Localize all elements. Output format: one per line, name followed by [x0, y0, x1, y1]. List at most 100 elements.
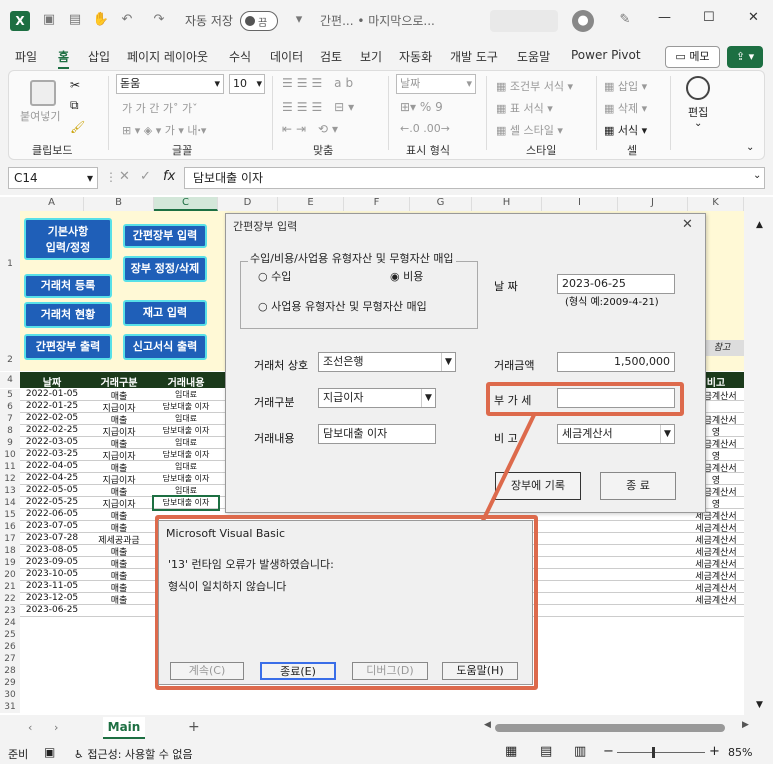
scroll-down-icon[interactable]: ▼	[756, 700, 763, 710]
indent-icon[interactable]: ⇤⇥ ⟲▾	[282, 122, 342, 136]
row-header[interactable]: 27	[0, 653, 20, 665]
ledger-input-button[interactable]: 간편장부 입력	[123, 224, 207, 248]
date-cell[interactable]: 2022-01-05	[20, 389, 84, 399]
font-size-buttons[interactable]: 가 가 간 가˚ 가ˇ	[122, 100, 198, 116]
paste-icon[interactable]	[30, 80, 56, 106]
row-header[interactable]: 31	[0, 701, 20, 713]
redo-icon[interactable]: ↷	[150, 11, 168, 29]
ledger-print-button[interactable]: 간편장부 출력	[24, 334, 112, 360]
column-header-i[interactable]: I	[542, 197, 618, 211]
page-break-view-icon[interactable]: ▥	[574, 744, 586, 759]
amount-input[interactable]: 1,500,000	[557, 352, 675, 372]
undo-icon[interactable]: ↶	[118, 11, 136, 29]
continue-button[interactable]: 계속(C)	[170, 662, 244, 680]
conditional-format-button[interactable]: ▦ 조건부 서식 ▾	[496, 78, 573, 94]
asset-radio[interactable]: ○ 사업용 유형자산 및 무형자산 매입	[258, 298, 427, 314]
form-icon[interactable]: ▤	[66, 11, 84, 29]
currency-percent-icon[interactable]: ⊞▾ % 9	[400, 100, 443, 114]
row-header[interactable]: 6	[0, 401, 20, 413]
column-header-d[interactable]: D	[218, 197, 278, 211]
font-name-select[interactable]: 돋움 ▾	[116, 74, 224, 94]
touch-mode-icon[interactable]: ✋	[92, 11, 110, 29]
minimize-icon[interactable]: —	[658, 10, 671, 25]
type-combo[interactable]: 지급이자 ▼	[318, 388, 436, 408]
scroll-up-icon[interactable]: ▲	[756, 220, 763, 230]
normal-view-icon[interactable]: ▦	[505, 744, 517, 759]
column-header-a[interactable]: A	[20, 197, 84, 211]
date-cell[interactable]: 2023-10-05	[20, 569, 84, 579]
date-cell[interactable]: 2022-02-05	[20, 413, 84, 423]
column-header-c[interactable]: C	[154, 197, 218, 211]
row-header[interactable]: 28	[0, 665, 20, 677]
decimal-icon[interactable]: ←.0 .00→	[400, 122, 450, 135]
menu-data[interactable]: 데이터	[270, 48, 303, 65]
row-header[interactable]: 16	[0, 521, 20, 533]
desc-cell[interactable]: 담보대출 이자	[152, 495, 220, 511]
row-header[interactable]: 5	[0, 389, 20, 401]
page-layout-view-icon[interactable]: ▤	[540, 744, 552, 759]
stock-input-button[interactable]: 재고 입력	[123, 300, 207, 326]
row-header[interactable]: 24	[0, 617, 20, 629]
number-format-select[interactable]: 날짜 ▾	[396, 74, 476, 94]
menu-view[interactable]: 보기	[360, 48, 382, 65]
row-header[interactable]: 4	[0, 372, 20, 388]
search-box[interactable]	[490, 10, 558, 32]
row-header[interactable]: 2	[0, 351, 20, 371]
row-header[interactable]: 17	[0, 533, 20, 545]
date-cell[interactable]: 2023-11-05	[20, 581, 84, 591]
macro-record-icon[interactable]: ▣	[44, 745, 55, 759]
date-cell[interactable]: 2022-05-05	[20, 485, 84, 495]
copy-icon[interactable]: ⧉	[70, 98, 79, 113]
format-painter-icon[interactable]: 🖌	[70, 120, 85, 134]
horizontal-align-icon[interactable]: ☰☰☰ ⊟▾	[282, 100, 358, 114]
expense-radio[interactable]: ◉ 비용	[390, 268, 423, 284]
name-box[interactable]: C14 ▾	[8, 167, 98, 189]
desc-cell[interactable]: 담보대출 이자	[154, 449, 218, 460]
row-header[interactable]: 14	[0, 497, 20, 509]
desc-cell[interactable]: 담보대출 이자	[154, 401, 218, 412]
desc-input[interactable]: 담보대출 이자	[318, 424, 436, 444]
row-header[interactable]: 18	[0, 545, 20, 557]
date-cell[interactable]: 2023-07-05	[20, 521, 84, 531]
note-combo[interactable]: 세금계산서 ▼	[557, 424, 675, 444]
date-cell[interactable]: 2022-04-25	[20, 473, 84, 483]
row-header[interactable]: 23	[0, 605, 20, 617]
row-header[interactable]: 21	[0, 581, 20, 593]
menu-page-layout[interactable]: 페이지 레이아웃	[127, 48, 208, 65]
date-cell[interactable]: 2022-04-05	[20, 461, 84, 471]
date-cell[interactable]: 2022-01-25	[20, 401, 84, 411]
font-size-select[interactable]: 10 ▾	[229, 74, 265, 94]
zoom-in-icon[interactable]: +	[709, 744, 720, 759]
menu-developer[interactable]: 개발 도구	[450, 48, 498, 65]
menu-formulas[interactable]: 수식	[229, 48, 251, 65]
client-register-button[interactable]: 거래처 등록	[24, 274, 112, 298]
date-cell[interactable]: 2023-07-28	[20, 533, 84, 543]
date-cell[interactable]: 2023-08-05	[20, 545, 84, 555]
customize-qat-icon[interactable]: ▾	[290, 11, 308, 29]
vat-input[interactable]	[557, 388, 675, 408]
format-cells-button[interactable]: ▦ 서식 ▾	[604, 122, 647, 138]
formula-input[interactable]: 담보대출 이자	[184, 167, 765, 189]
delete-cells-button[interactable]: ▦ 삭제 ▾	[604, 100, 647, 116]
date-cell[interactable]: 2023-12-05	[20, 593, 84, 603]
column-header-h[interactable]: H	[472, 197, 542, 211]
chevron-down-icon[interactable]: ⌄	[694, 118, 702, 129]
menu-file[interactable]: 파일	[15, 48, 37, 65]
zoom-slider-thumb[interactable]	[652, 747, 655, 758]
row-header[interactable]: 12	[0, 473, 20, 485]
memo-button[interactable]: ▭ 메모	[665, 46, 720, 68]
column-header-f[interactable]: F	[344, 197, 410, 211]
row-header[interactable]: 26	[0, 641, 20, 653]
horizontal-scrollbar[interactable]	[495, 724, 725, 732]
date-input[interactable]: 2023-06-25	[557, 274, 675, 294]
row-header[interactable]: 25	[0, 629, 20, 641]
cancel-entry-icon[interactable]: ✕	[119, 169, 130, 184]
row-header[interactable]: 30	[0, 689, 20, 701]
date-cell[interactable]: 2022-02-25	[20, 425, 84, 435]
date-cell[interactable]: 2022-03-05	[20, 437, 84, 447]
desc-cell[interactable]: 담보대출 이자	[154, 425, 218, 436]
cell-style-button[interactable]: ▦ 셀 스타일 ▾	[496, 122, 563, 138]
column-header-j[interactable]: J	[618, 197, 688, 211]
close-dialog-button[interactable]: 종 료	[600, 472, 676, 500]
dialog-close-icon[interactable]: ✕	[682, 217, 693, 232]
